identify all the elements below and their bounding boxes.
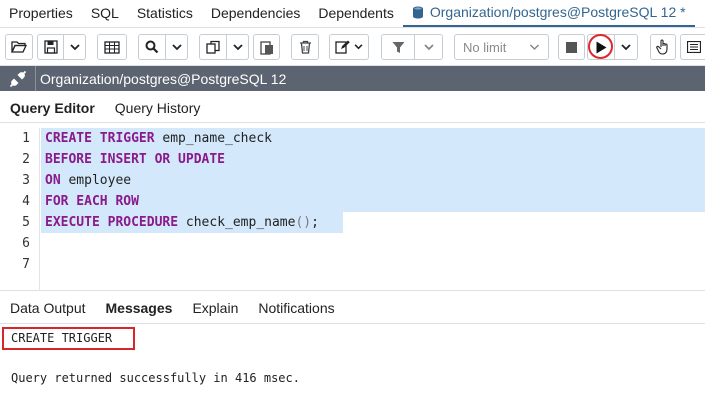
tab-query-history[interactable]: Query History <box>105 100 211 116</box>
line-number: 6 <box>22 236 30 251</box>
tab-properties[interactable]: Properties <box>0 0 82 27</box>
tab-notifications[interactable]: Notifications <box>248 300 344 316</box>
grid-icon <box>104 40 120 54</box>
copy-button[interactable] <box>199 34 227 60</box>
message-result: CREATE TRIGGER <box>11 331 113 345</box>
code-line: 6 <box>0 233 705 254</box>
tab-query-tool[interactable]: Organization/postgres@PostgreSQL 12 * <box>402 0 695 27</box>
line-number: 4 <box>22 194 30 209</box>
connection-label: Organization/postgres@PostgreSQL 12 <box>40 70 287 87</box>
row-limit-value: No limit <box>463 39 507 55</box>
save-icon <box>43 40 58 54</box>
line-number: 7 <box>22 257 30 272</box>
code-line: 4 FOR EACH ROW <box>0 191 705 212</box>
list-icon <box>686 41 701 53</box>
line-number: 1 <box>22 131 30 146</box>
plug-icon <box>9 70 26 87</box>
sql-keyword: ON <box>45 173 61 188</box>
trash-icon <box>299 40 311 54</box>
sql-parens: () <box>295 215 312 230</box>
panel-tab-bar: Properties SQL Statistics Dependencies D… <box>0 0 705 28</box>
paste-icon <box>259 40 273 55</box>
code-line: 5 EXECUTE PROCEDURE check_emp_name(); <box>0 212 705 233</box>
find-button[interactable] <box>138 34 166 60</box>
database-icon <box>412 6 424 19</box>
sql-keyword: CREATE TRIGGER <box>45 131 155 146</box>
row-limit-select[interactable]: No limit <box>454 34 549 60</box>
editor-divider <box>0 290 705 291</box>
save-button[interactable] <box>37 34 64 60</box>
chevron-down-icon <box>354 44 363 50</box>
sql-keyword: FOR EACH ROW <box>45 194 139 209</box>
folder-open-icon <box>11 41 27 53</box>
selection-highlight <box>41 191 705 212</box>
line-number: 2 <box>22 152 30 167</box>
stop-button[interactable] <box>558 34 585 60</box>
chevron-down-icon <box>621 43 631 50</box>
filter-button[interactable] <box>381 34 415 60</box>
line-number: 3 <box>22 173 30 188</box>
copy-dropdown-button[interactable] <box>227 34 249 60</box>
sql-keyword: BEFORE INSERT OR UPDATE <box>45 152 226 167</box>
chevron-down-icon <box>69 43 80 50</box>
commit-button[interactable] <box>650 34 676 60</box>
execute-dropdown-button[interactable] <box>615 34 638 60</box>
search-icon <box>145 40 159 54</box>
selection-highlight <box>41 170 705 191</box>
tab-messages[interactable]: Messages <box>96 300 183 316</box>
sql-identifier: employee <box>60 173 132 188</box>
tab-dependencies[interactable]: Dependencies <box>202 0 310 27</box>
tab-sql[interactable]: SQL <box>82 0 128 27</box>
chevron-down-icon <box>171 43 182 50</box>
message-status: Query returned successfully in 416 msec. <box>11 371 300 385</box>
connection-bar: Organization/postgres@PostgreSQL 12 <box>0 66 705 91</box>
line-number: 5 <box>22 215 30 230</box>
chevron-down-icon <box>232 43 243 50</box>
edit-dropdown-button[interactable] <box>329 34 369 60</box>
code-line: 7 <box>0 254 705 275</box>
filter-icon <box>392 41 404 53</box>
code-line: 2 BEFORE INSERT OR UPDATE <box>0 149 705 170</box>
stop-icon <box>566 41 577 53</box>
open-file-button[interactable] <box>5 34 33 60</box>
edit-grid-button[interactable] <box>97 34 127 60</box>
tab-data-output[interactable]: Data Output <box>0 300 96 316</box>
tab-query-editor[interactable]: Query Editor <box>0 100 105 116</box>
connection-status[interactable] <box>0 66 36 91</box>
code-line: 3 ON employee <box>0 170 705 191</box>
sql-terminator: ; <box>311 215 319 230</box>
tab-statistics[interactable]: Statistics <box>128 0 202 27</box>
rollback-button[interactable] <box>680 34 705 60</box>
output-tab-bar: Data Output Messages Explain Notificatio… <box>0 292 705 324</box>
execute-button-highlight <box>588 34 613 59</box>
tab-explain[interactable]: Explain <box>182 300 248 316</box>
edit-icon <box>335 40 350 54</box>
code-line: 1 CREATE TRIGGER emp_name_check <box>0 128 705 149</box>
filter-dropdown-button[interactable] <box>415 34 443 60</box>
chevron-down-icon <box>423 43 434 50</box>
sql-identifier: check_emp_name <box>178 215 296 230</box>
delete-button[interactable] <box>291 34 319 60</box>
hand-pointer-icon <box>656 39 668 55</box>
find-dropdown-button[interactable] <box>166 34 188 60</box>
copy-icon <box>205 40 220 54</box>
sql-editor[interactable]: 1 CREATE TRIGGER emp_name_check 2 BEFORE… <box>0 128 705 291</box>
editor-tab-bar: Query Editor Query History <box>0 93 705 123</box>
chevron-down-icon <box>529 43 540 50</box>
paste-button[interactable] <box>253 34 280 60</box>
sql-keyword: EXECUTE PROCEDURE <box>45 215 179 230</box>
sql-identifier: emp_name_check <box>154 131 272 146</box>
tab-dependents[interactable]: Dependents <box>309 0 403 27</box>
save-dropdown-button[interactable] <box>64 34 86 60</box>
